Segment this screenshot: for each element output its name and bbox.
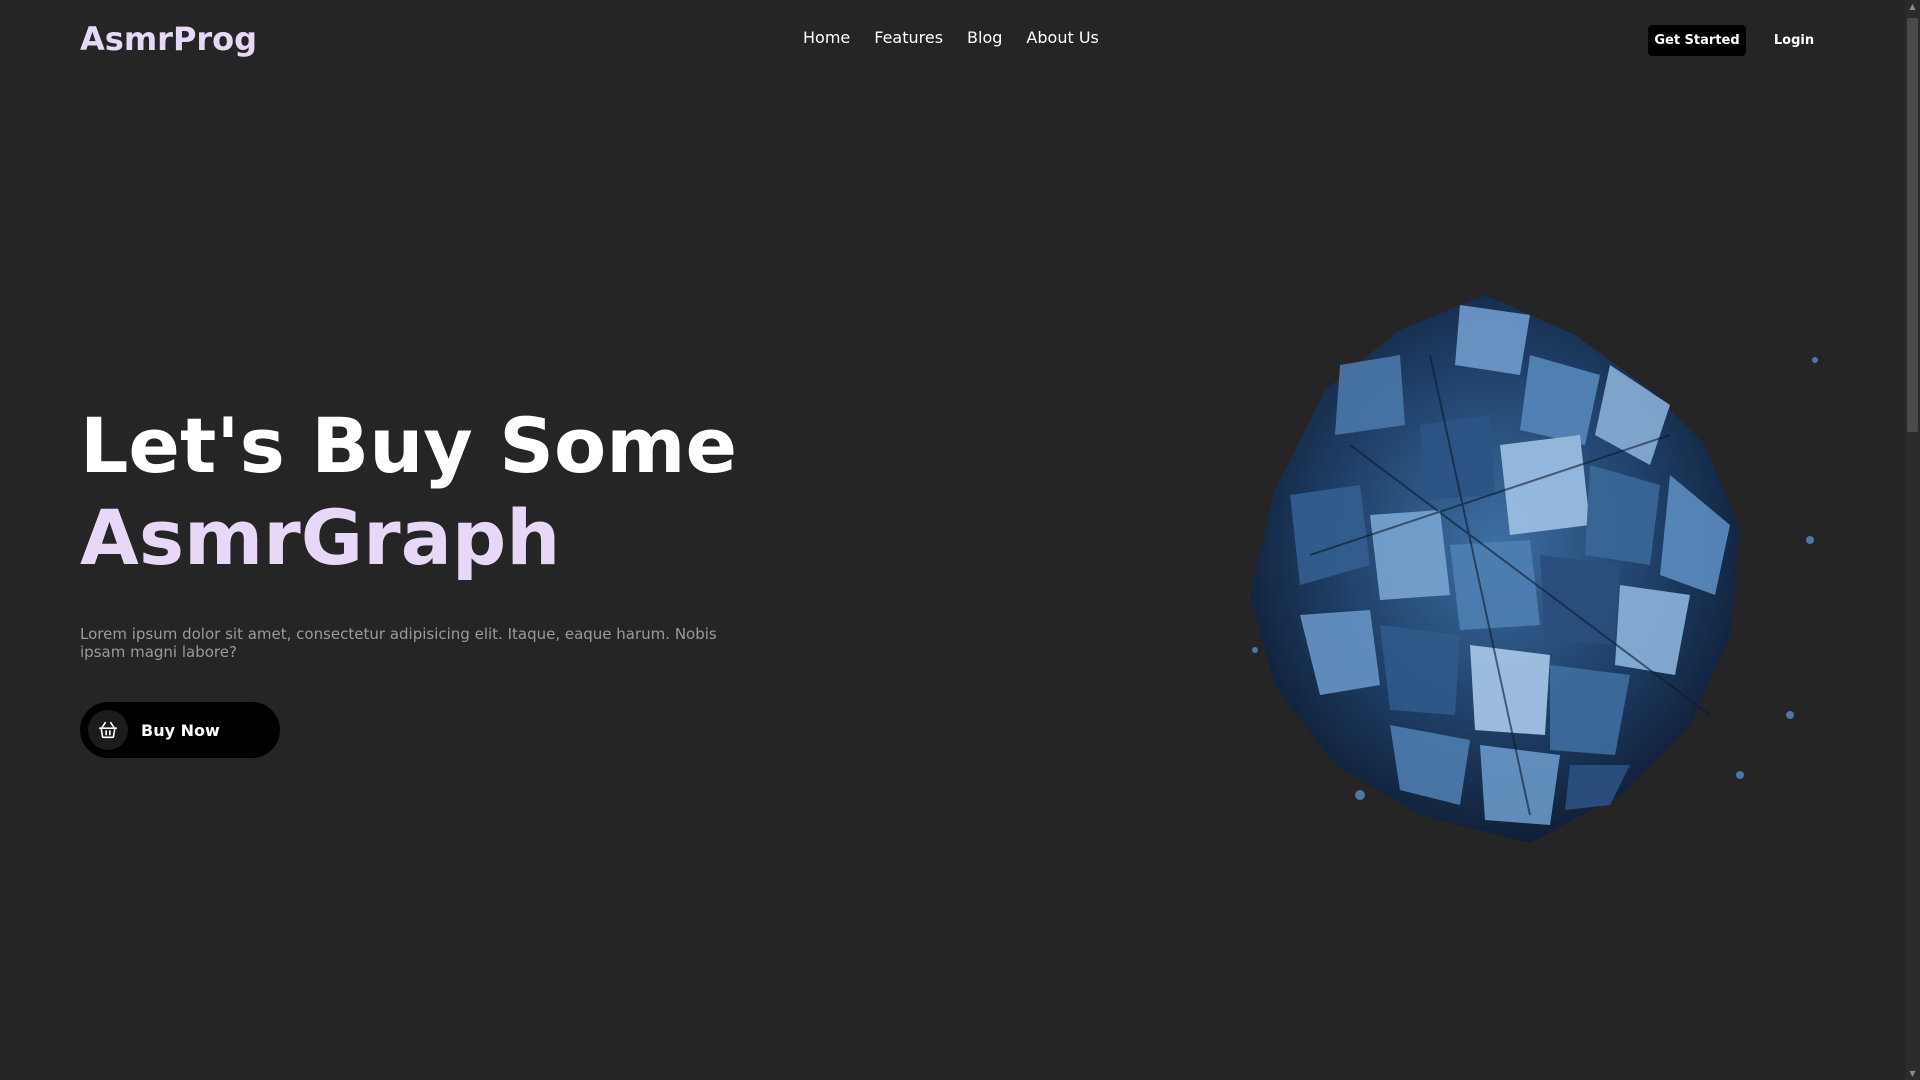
site-header: AsmrProg Home Features Blog About Us Get… bbox=[0, 0, 1905, 80]
page-scrollbar[interactable]: ▲ ▼ bbox=[1905, 0, 1920, 1080]
get-started-button[interactable]: Get Started bbox=[1648, 25, 1746, 56]
hero-title: Let's Buy Some AsmrGraph bbox=[80, 400, 737, 584]
main-nav: Home Features Blog About Us bbox=[803, 28, 1099, 47]
nav-about-us[interactable]: About Us bbox=[1026, 28, 1098, 47]
scroll-thumb[interactable] bbox=[1907, 18, 1918, 432]
scroll-down-icon[interactable]: ▼ bbox=[1908, 1069, 1917, 1078]
nav-features[interactable]: Features bbox=[874, 28, 943, 47]
scroll-up-icon[interactable]: ▲ bbox=[1908, 2, 1917, 11]
hero-title-line1: Let's Buy Some bbox=[80, 401, 737, 490]
basket-icon bbox=[88, 710, 128, 750]
crystal-sphere-image bbox=[1250, 295, 1818, 843]
hero-title-line2: AsmrGraph bbox=[80, 493, 561, 582]
buy-now-button[interactable]: Buy Now bbox=[80, 702, 280, 758]
hero-description: Lorem ipsum dolor sit amet, consectetur … bbox=[80, 625, 717, 661]
logo[interactable]: AsmrProg bbox=[80, 20, 257, 58]
buy-now-label: Buy Now bbox=[141, 720, 220, 740]
login-button[interactable]: Login bbox=[1764, 25, 1824, 56]
nav-home[interactable]: Home bbox=[803, 28, 850, 47]
nav-blog[interactable]: Blog bbox=[967, 28, 1002, 47]
